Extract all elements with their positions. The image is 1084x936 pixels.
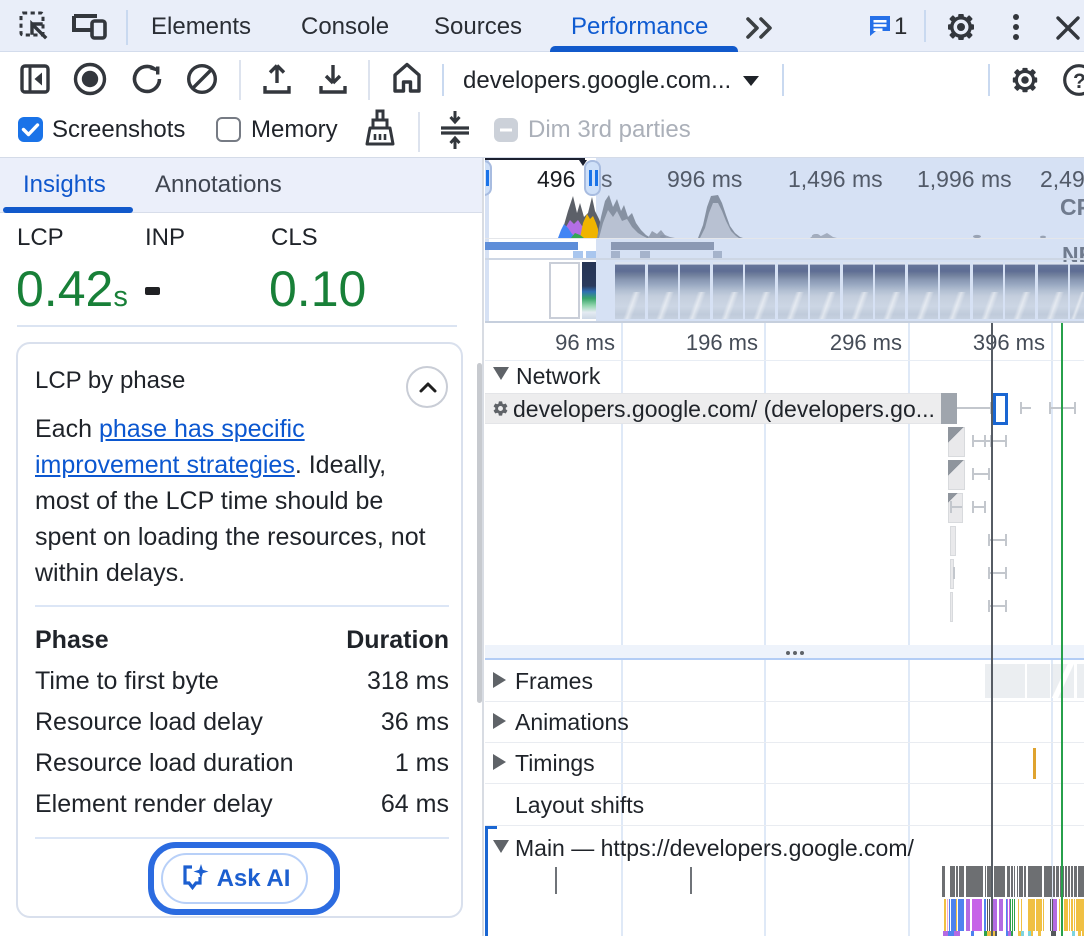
svg-text:?: ? [1073, 70, 1084, 93]
